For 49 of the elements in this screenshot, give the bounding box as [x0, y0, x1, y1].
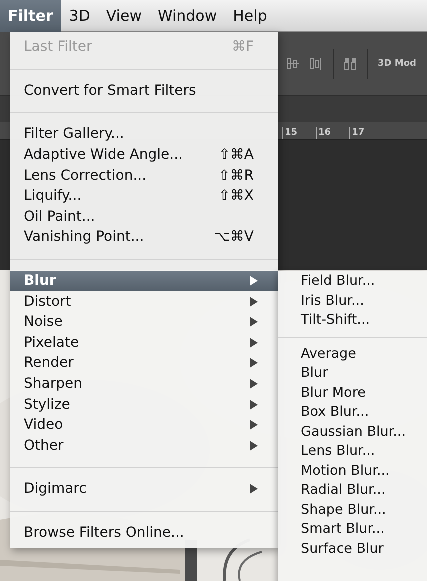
align-icon[interactable]	[310, 57, 321, 70]
menu-item[interactable]: Pixelate	[10, 332, 278, 354]
menu-item[interactable]: Blur More	[278, 384, 427, 403]
menu-item[interactable]: Iris Blur...	[278, 292, 427, 311]
menu-item[interactable]: Average	[278, 344, 427, 364]
menu-item[interactable]: Tilt-Shift...	[278, 311, 427, 330]
menu-item[interactable]: Field Blur...	[278, 272, 427, 292]
menu-item[interactable]: Liquify... ⇧⌘X	[10, 186, 278, 207]
shortcut-label: ⇧⌘X	[218, 188, 254, 204]
menu-bar-item[interactable]: 3D	[61, 0, 98, 32]
menu-item[interactable]: Gaussian Blur...	[278, 422, 427, 442]
menu-bar-item[interactable]: Filter	[0, 0, 62, 32]
menu-item[interactable]: Oil Paint...	[10, 206, 278, 228]
menu-item[interactable]: Blur	[278, 364, 427, 384]
menu-item[interactable]: Stylize	[10, 394, 278, 415]
menu-item[interactable]: Noise	[10, 312, 278, 333]
shortcut-label: ⇧⌘A	[218, 147, 254, 164]
menu-item[interactable]: Filter Gallery...	[10, 124, 278, 145]
distribute-icon[interactable]	[344, 58, 356, 70]
menu-bar-item[interactable]: Help	[225, 0, 276, 32]
menu-item[interactable]: Digimarc	[10, 479, 278, 500]
menu-item[interactable]: Render	[10, 353, 278, 374]
menu-item[interactable]: Browse Filters Online...	[10, 522, 278, 544]
ruler-number: 17	[349, 127, 365, 139]
menu-item[interactable]: Lens Correction... ⇧⌘R	[10, 165, 278, 186]
menu-item[interactable]: Other	[10, 436, 278, 456]
menu-item[interactable]: Distort	[10, 291, 278, 312]
menu-item[interactable]: Lens Blur...	[278, 442, 427, 462]
menu-item[interactable]: Vanishing Point... ⌥⌘V	[10, 227, 278, 248]
ruler-number: 15	[282, 127, 298, 139]
menu-bar-item[interactable]: View	[98, 0, 150, 32]
menu-item[interactable]: Convert for Smart Filters	[10, 80, 278, 102]
menu-item[interactable]: Smart Blur...	[278, 520, 427, 540]
shortcut-label: ⇧⌘R	[218, 168, 254, 184]
shortcut-label: ⌘F	[232, 39, 254, 56]
menu-item[interactable]: Video	[10, 414, 278, 436]
menu-bar-item[interactable]: Window	[150, 0, 226, 32]
menu-item[interactable]: Motion Blur...	[278, 462, 427, 481]
mode-label: 3D Mod	[378, 58, 416, 68]
menu-item[interactable]: Box Blur...	[278, 403, 427, 422]
shortcut-label: ⌥⌘V	[214, 229, 254, 246]
ruler-number: 16	[316, 127, 332, 139]
menu-item[interactable]: Blur	[10, 270, 278, 292]
menu-item[interactable]: Shape Blur...	[278, 500, 427, 520]
menu-item[interactable]: Adaptive Wide Angle... ⇧⌘A	[10, 144, 278, 166]
align-icon[interactable]	[287, 58, 300, 69]
menu-item[interactable]: Sharpen	[10, 374, 278, 394]
menu-item[interactable]: Radial Blur...	[278, 481, 427, 500]
menu-item[interactable]: Surface Blur	[278, 540, 427, 559]
